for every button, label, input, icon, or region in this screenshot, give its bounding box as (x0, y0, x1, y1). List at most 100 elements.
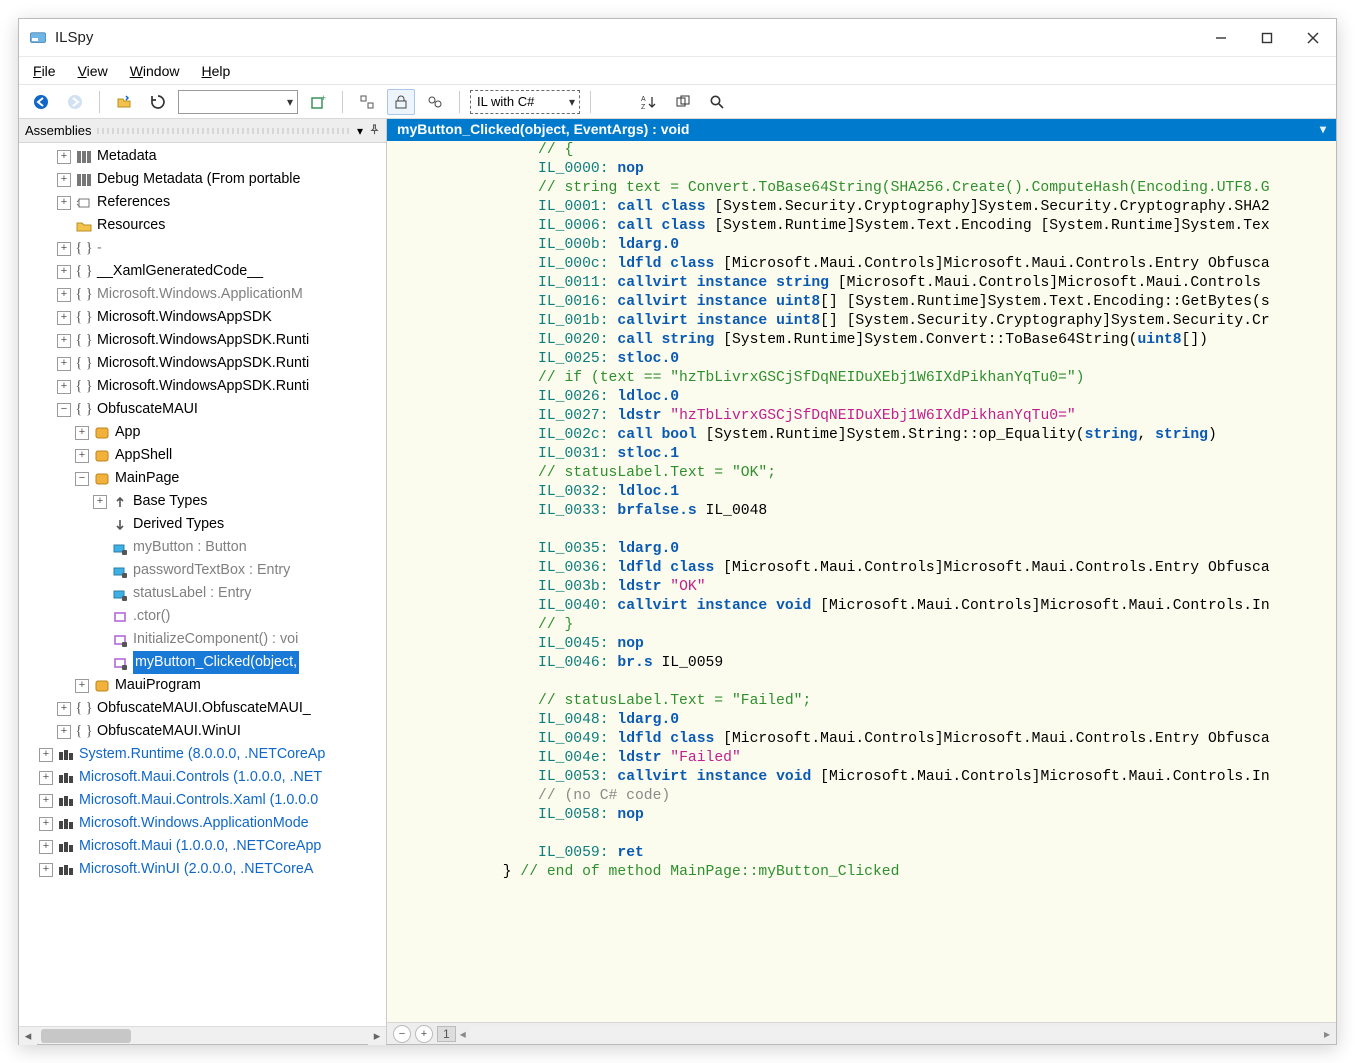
tree-toggle[interactable]: + (75, 426, 89, 440)
tree-toggle[interactable]: + (57, 702, 71, 716)
tree-node[interactable]: +{ }__XamlGeneratedCode__ (21, 260, 386, 283)
scroll-right-button[interactable]: ▸ (1324, 1027, 1330, 1041)
tree-label: Microsoft.Maui.Controls.Xaml (1.0.0.0 (79, 789, 318, 812)
tree-toggle[interactable]: + (39, 840, 53, 854)
tree-toggle[interactable]: + (57, 725, 71, 739)
tree-toggle[interactable]: + (75, 449, 89, 463)
scroll-track[interactable] (37, 1027, 368, 1045)
tree-node[interactable]: +{ }ObfuscateMAUI.WinUI (21, 720, 386, 743)
scroll-left-button[interactable]: ◂ (460, 1027, 466, 1041)
tree-toggle[interactable]: + (57, 380, 71, 394)
tree-node[interactable]: +{ }Microsoft.WindowsAppSDK.Runti (21, 375, 386, 398)
windows-button[interactable] (669, 89, 697, 115)
scroll-thumb[interactable] (41, 1029, 131, 1043)
close-button[interactable] (1290, 20, 1336, 56)
tree-node[interactable]: + Base Types (21, 490, 386, 513)
tree-node[interactable]: +{ }Microsoft.WindowsAppSDK.Runti (21, 352, 386, 375)
tree-node[interactable]: passwordTextBox : Entry (21, 559, 386, 582)
tree-toggle[interactable]: − (75, 472, 89, 486)
tree-toggle[interactable]: + (57, 265, 71, 279)
tree-node[interactable]: + App (21, 421, 386, 444)
search-button[interactable] (703, 89, 731, 115)
menu-window[interactable]: Window (126, 61, 184, 81)
code-hscroll-track[interactable] (470, 1027, 1320, 1041)
tree-node[interactable]: +Microsoft.Maui (1.0.0.0, .NETCoreApp (21, 835, 386, 858)
menu-view[interactable]: View (74, 61, 112, 81)
tree-node[interactable]: InitializeComponent() : voi (21, 628, 386, 651)
tree-toggle[interactable]: + (39, 817, 53, 831)
language-combo[interactable]: IL with C#▾ (470, 90, 580, 114)
tree-toggle[interactable]: + (39, 771, 53, 785)
tree-toggle[interactable]: + (57, 357, 71, 371)
tree-node[interactable]: .ctor() (21, 605, 386, 628)
tree-toggle[interactable]: + (57, 334, 71, 348)
tree-toggle[interactable]: + (75, 679, 89, 693)
tree-node[interactable]: + Microsoft.Maui.Controls.Xaml (1.0.0.0 (21, 789, 386, 812)
tree-toggle[interactable]: + (57, 311, 71, 325)
tree-toggle[interactable]: − (57, 403, 71, 417)
toolbar-sep (590, 91, 591, 113)
private-toggle-button[interactable] (387, 89, 415, 115)
open-button[interactable] (110, 89, 138, 115)
tree-node[interactable]: +{ }Microsoft.Windows.ApplicationM (21, 283, 386, 306)
panel-menu-icon[interactable]: ▾ (357, 124, 363, 138)
tree-node[interactable]: +Microsoft.WinUI (2.0.0.0, .NETCoreA (21, 858, 386, 881)
tree-node[interactable]: +Microsoft.Maui.Controls (1.0.0.0, .NET (21, 766, 386, 789)
internal-toggle-button[interactable] (421, 89, 449, 115)
tree-hscroll[interactable]: ◂ ▸ (19, 1026, 386, 1044)
scroll-right-button[interactable]: ▸ (368, 1027, 386, 1045)
chevron-down-icon[interactable]: ▾ (1320, 122, 1326, 136)
tree-node[interactable]: +{ }Microsoft.WindowsAppSDK (21, 306, 386, 329)
tree-node[interactable]: +MauiProgram (21, 674, 386, 697)
tree-node[interactable]: +Debug Metadata (From portable (21, 168, 386, 191)
tree-node[interactable]: myButton_Clicked(object, (21, 651, 386, 674)
maximize-button[interactable] (1244, 20, 1290, 56)
tree-node[interactable]: myButton : Button (21, 536, 386, 559)
tree-toggle[interactable]: + (57, 173, 71, 187)
zoom-out-button[interactable]: − (393, 1025, 411, 1043)
tree-toggle[interactable]: + (39, 794, 53, 808)
tree-node[interactable]: Resources (21, 214, 386, 237)
code-tab[interactable]: myButton_Clicked(object, EventArgs) : vo… (387, 119, 1336, 141)
zoom-in-button[interactable]: + (415, 1025, 433, 1043)
tree-node[interactable]: +System.Runtime (8.0.0.0, .NETCoreAp (21, 743, 386, 766)
tree-toggle[interactable]: + (93, 495, 107, 509)
tree-node[interactable]: +AppShell (21, 444, 386, 467)
grip[interactable] (97, 128, 351, 134)
tree-toggle[interactable]: + (39, 748, 53, 762)
tree-node[interactable]: − MainPage (21, 467, 386, 490)
minimize-button[interactable] (1198, 20, 1244, 56)
tree-node[interactable]: statusLabel : Entry (21, 582, 386, 605)
sort-button[interactable]: AZ (635, 89, 663, 115)
tree-toggle[interactable]: + (57, 288, 71, 302)
assembly-combo[interactable]: ▾ (178, 90, 298, 114)
tree-node[interactable]: −{ }ObfuscateMAUI (21, 398, 386, 421)
tree-label: MainPage (115, 467, 179, 490)
add-fav-button[interactable]: + (304, 89, 332, 115)
tree-label: Base Types (133, 490, 207, 513)
tree-node[interactable]: Derived Types (21, 513, 386, 536)
back-button[interactable] (27, 89, 55, 115)
tree-node[interactable]: +{ }- (21, 237, 386, 260)
collapse-button[interactable] (353, 89, 381, 115)
tree-node[interactable]: +{ }Microsoft.WindowsAppSDK.Runti (21, 329, 386, 352)
tree-toggle[interactable]: + (57, 150, 71, 164)
tree-node[interactable]: +{ }ObfuscateMAUI.ObfuscateMAUI_ (21, 697, 386, 720)
tree-scroll[interactable]: +Metadata+Debug Metadata (From portable+… (19, 143, 386, 1026)
tree-node[interactable]: +References (21, 191, 386, 214)
tree-node[interactable]: +Metadata (21, 145, 386, 168)
tree-node[interactable]: +Microsoft.Windows.ApplicationMode (21, 812, 386, 835)
tree-toggle[interactable]: + (57, 242, 71, 256)
forward-button[interactable] (61, 89, 89, 115)
scroll-left-button[interactable]: ◂ (19, 1027, 37, 1045)
tree-label: App (115, 421, 140, 444)
menu-help[interactable]: Help (198, 61, 235, 81)
tree-toggle-blank (93, 587, 107, 601)
tree-toggle[interactable]: + (39, 863, 53, 877)
refresh-button[interactable] (144, 89, 172, 115)
tree-toggle[interactable]: + (57, 196, 71, 210)
code-view[interactable]: // { IL_0000: nop // string text = Conve… (387, 141, 1336, 1022)
pin-icon[interactable] (369, 123, 380, 138)
theme-button[interactable] (601, 89, 629, 115)
menu-file[interactable]: File (29, 61, 60, 81)
